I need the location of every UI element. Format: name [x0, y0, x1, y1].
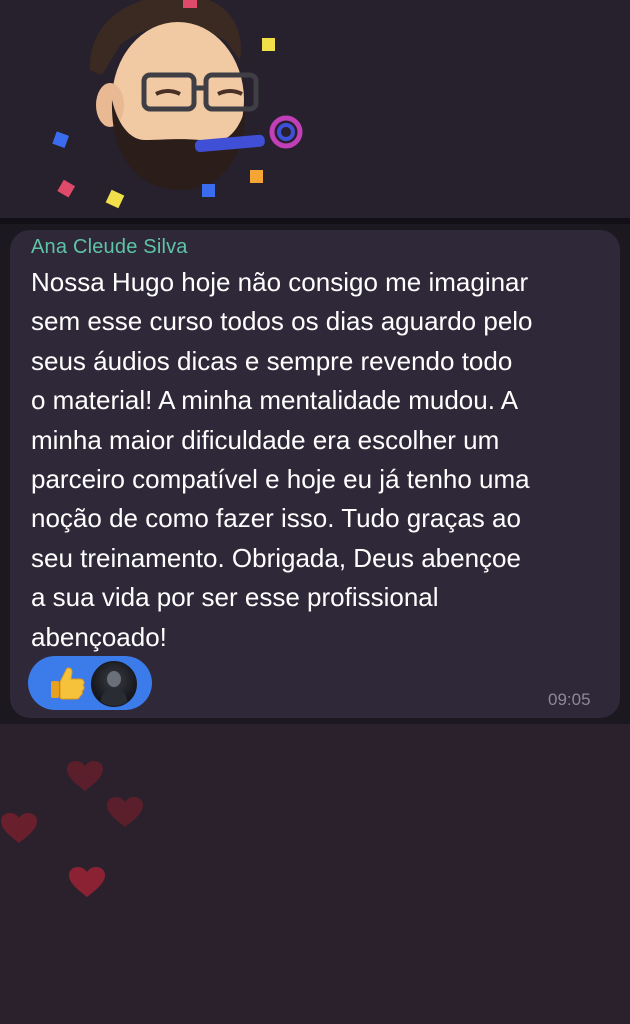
thumbs-up-icon[interactable] [47, 664, 87, 704]
reactor-avatar[interactable] [91, 661, 137, 707]
memoji-party-sticker[interactable] [40, 0, 320, 215]
sender-name[interactable]: Ana Cleude Silva [31, 236, 591, 259]
confetti-red [57, 179, 76, 198]
message-line: Nossa Hugo hoje não consigo me imaginar [31, 267, 529, 297]
message-line: parceiro compatível e hoje eu já tenho u… [31, 464, 530, 495]
message-text: Nossa Hugo hoje não consigo me imaginar … [31, 263, 611, 653]
message-line: seus áudios dicas e sempre revendo todo [31, 345, 513, 376]
heart-icon [67, 761, 103, 791]
ear-shape [96, 83, 124, 127]
message-line: abençoado! [31, 621, 167, 652]
confetti-orange [250, 170, 263, 183]
confetti-blue-2 [202, 184, 215, 197]
message-line: minha maior dificuldade era escolher um [31, 424, 500, 455]
confetti-yellow [262, 38, 275, 51]
message-line: sem esse curso todos os dias aguardo pel… [31, 306, 533, 337]
message-line: seu treinamento. Obrigada, Deus abençoe [31, 542, 521, 573]
confetti-blue [52, 131, 69, 149]
party-horn-curl [269, 115, 303, 149]
heart-icon [1, 813, 37, 843]
message-line: a sua vida por ser esse profissional [31, 582, 439, 613]
heart-icon [69, 867, 105, 897]
confetti-red-2 [183, 0, 197, 8]
message-line: noção de como fazer isso. Tudo graças ao [31, 503, 521, 534]
message-timestamp: 09:05 [548, 690, 591, 709]
party-horn-curl-inner [277, 123, 295, 141]
message-line: o material! A minha mentalidade mudou. A [31, 385, 519, 416]
heart-icon [107, 797, 143, 827]
confetti-yellow-2 [105, 189, 125, 209]
